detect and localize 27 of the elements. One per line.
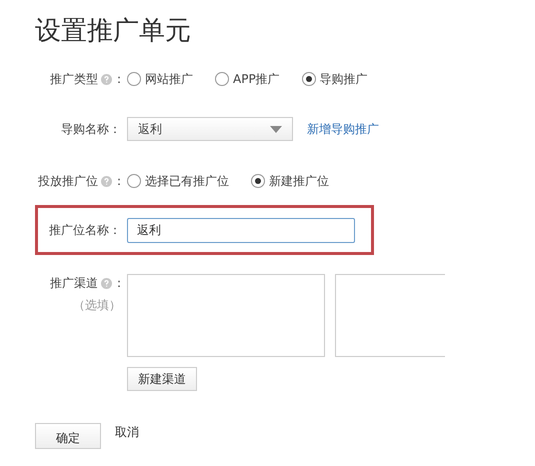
radio-option[interactable]: APP推广	[215, 70, 280, 88]
caret-icon	[270, 126, 282, 132]
dropdown[interactable]: 返利	[127, 117, 293, 141]
cancel-link[interactable]: 取消	[115, 423, 139, 441]
radio-option[interactable]: 网站推广	[127, 70, 193, 88]
optional-note: （选填）	[73, 297, 121, 314]
help-icon[interactable]	[100, 176, 112, 186]
field-label: 推广类型	[50, 71, 98, 88]
field-label: 推广位名称：	[48, 222, 122, 239]
text-input[interactable]: 返利	[127, 218, 355, 242]
colon: :	[116, 173, 121, 190]
radio-option[interactable]: 新建推广位	[251, 172, 329, 190]
help-icon[interactable]	[100, 74, 112, 84]
colon: :	[116, 275, 121, 292]
help-icon[interactable]	[100, 278, 112, 288]
field-label: 推广渠道	[50, 275, 98, 292]
page-title: 设置推广单元	[35, 18, 192, 48]
confirm-button[interactable]: 确定	[35, 423, 101, 449]
radio-option[interactable]: 导购推广	[302, 70, 368, 88]
channel-list[interactable]	[335, 274, 445, 357]
radio-option[interactable]: 选择已有推广位	[127, 172, 229, 190]
new-channel-button[interactable]: 新建渠道	[127, 367, 197, 391]
colon: :	[116, 71, 121, 88]
add-guide-link[interactable]: 新增导购推广	[307, 120, 379, 138]
channel-list[interactable]	[127, 274, 325, 357]
field-label: 投放推广位	[38, 173, 98, 190]
field-label: 导购名称：	[60, 121, 122, 138]
